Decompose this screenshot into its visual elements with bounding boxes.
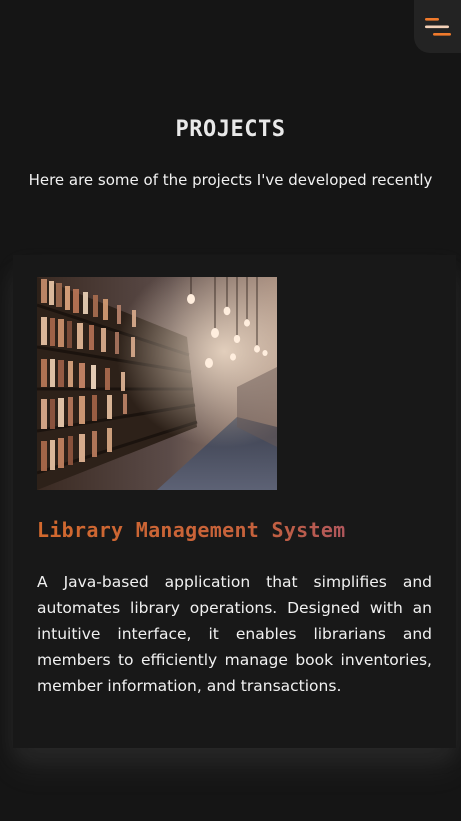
projects-subtitle: Here are some of the projects I've devel… bbox=[28, 171, 433, 189]
menu-lines-icon bbox=[424, 17, 451, 36]
project-description: A Java-based application that simplifies… bbox=[37, 573, 432, 695]
project-card: Library Management System A Java-based a… bbox=[13, 255, 456, 748]
menu-toggle-button[interactable] bbox=[414, 0, 461, 53]
project-title: Library Management System bbox=[37, 518, 437, 542]
projects-heading: PROJECTS bbox=[175, 117, 286, 142]
library-bookshelves-image[interactable] bbox=[37, 277, 277, 490]
